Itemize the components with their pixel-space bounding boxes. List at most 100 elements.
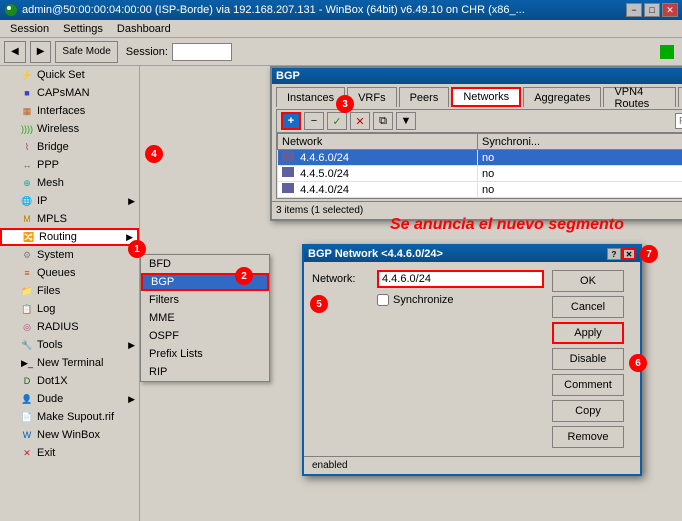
sidebar-item-new-terminal[interactable]: ▶_ New Terminal [0, 354, 139, 372]
col-synchroni: Synchroni... [478, 134, 682, 150]
sidebar-item-routing[interactable]: 🔀 Routing ▶ [0, 228, 139, 246]
sidebar-item-dude[interactable]: 👤 Dude ▶ [0, 390, 139, 408]
routing-icon: 🔀 [22, 231, 36, 243]
tab-peers[interactable]: Peers [399, 87, 450, 107]
tab-networks[interactable]: Networks [451, 87, 521, 107]
submenu-item-mme[interactable]: MME [141, 309, 269, 327]
sidebar-item-new-winbox[interactable]: W New WinBox [0, 426, 139, 444]
tab-bar: Instances VRFs Peers Networks Aggregates… [272, 84, 682, 107]
bgp-network-dialog: BGP Network <4.4.6.0/24> ? ✕ Network: Sy… [302, 244, 642, 476]
menu-settings[interactable]: Settings [57, 22, 109, 36]
network-input[interactable] [377, 270, 544, 288]
sidebar-item-mesh[interactable]: ⊕ Mesh [0, 174, 139, 192]
sidebar-label-mesh: Mesh [37, 177, 64, 189]
sidebar-label-queues: Queues [37, 267, 76, 279]
annotation-1: 1 [128, 240, 146, 258]
remove-btn[interactable]: Remove [552, 426, 624, 448]
menu-dashboard[interactable]: Dashboard [111, 22, 177, 36]
sidebar-item-quick-set[interactable]: ⚡ Quick Set [0, 66, 139, 84]
back-btn[interactable]: ◀ [4, 41, 26, 63]
window-controls: − □ ✕ [626, 3, 678, 17]
forward-btn[interactable]: ▶ [30, 41, 52, 63]
table-area: + − ✓ ✕ ⧉ ▼ [276, 109, 682, 199]
copy-btn[interactable]: Copy [552, 400, 624, 422]
sidebar-label-ppp: PPP [37, 159, 59, 171]
disable-btn[interactable]: ✕ [350, 112, 370, 130]
main-layout: ⚡ Quick Set ■ CAPsMAN ▦ Interfaces )))) … [0, 66, 682, 521]
sidebar-item-files[interactable]: 📁 Files [0, 282, 139, 300]
annotation-3: 3 [336, 95, 354, 113]
tools-arrow-icon: ▶ [128, 340, 135, 351]
session-input[interactable] [172, 43, 232, 61]
table-row[interactable]: 4.4.6.0/24 no [278, 150, 682, 166]
sidebar-item-interfaces[interactable]: ▦ Interfaces [0, 102, 139, 120]
apply-btn[interactable]: Apply [552, 322, 624, 344]
sidebar-item-tools[interactable]: 🔧 Tools ▶ [0, 336, 139, 354]
minimize-btn[interactable]: − [626, 3, 642, 17]
sidebar-item-exit[interactable]: ✕ Exit [0, 444, 139, 462]
sidebar-item-ppp[interactable]: ↔ PPP [0, 156, 139, 174]
col-network: Network [278, 134, 478, 150]
sidebar-label-exit: Exit [37, 447, 55, 459]
maximize-btn[interactable]: □ [644, 3, 660, 17]
sidebar-item-wireless[interactable]: )))) Wireless [0, 120, 139, 138]
filter-btn[interactable]: ▼ [396, 112, 416, 130]
safe-mode-btn[interactable]: Safe Mode [55, 41, 117, 63]
tab-aggregates[interactable]: Aggregates [523, 87, 601, 107]
ok-btn[interactable]: OK [552, 270, 624, 292]
sidebar-label-ip: IP [37, 195, 47, 207]
row-icon-1 [282, 167, 294, 177]
sidebar-item-mpls[interactable]: M MPLS [0, 210, 139, 228]
sidebar-label-log: Log [37, 303, 55, 315]
tab-advertisements[interactable]: Advertisements [678, 87, 682, 107]
quick-set-icon: ⚡ [20, 69, 34, 81]
comment-btn[interactable]: Comment [552, 374, 624, 396]
queues-icon: ≡ [20, 267, 34, 279]
sync-cell-1: no [478, 166, 682, 182]
remove-btn[interactable]: − [304, 112, 324, 130]
sidebar-item-bridge[interactable]: ⌇ Bridge [0, 138, 139, 156]
tab-vrfs[interactable]: VRFs [347, 87, 397, 107]
sidebar-item-dot1x[interactable]: D Dot1X [0, 372, 139, 390]
add-btn[interactable]: + [281, 112, 301, 130]
network-cell-2: 4.4.4.0/24 [278, 182, 478, 198]
sidebar-item-log[interactable]: 📋 Log [0, 300, 139, 318]
table-row[interactable]: 4.4.4.0/24 no [278, 182, 682, 198]
dialog-close-btn[interactable]: ✕ [622, 248, 636, 260]
submenu-item-ospf[interactable]: OSPF [141, 327, 269, 345]
submenu-item-rip[interactable]: RIP [141, 363, 269, 381]
enable-btn[interactable]: ✓ [327, 112, 347, 130]
mesh-icon: ⊕ [20, 177, 34, 189]
annotation-2: 2 [235, 267, 253, 285]
submenu-item-prefix-lists[interactable]: Prefix Lists [141, 345, 269, 363]
dude-arrow-icon: ▶ [128, 394, 135, 405]
tab-instances[interactable]: Instances [276, 87, 345, 107]
sidebar-item-make-supout[interactable]: 📄 Make Supout.rif [0, 408, 139, 426]
sidebar-item-capsman[interactable]: ■ CAPsMAN [0, 84, 139, 102]
sidebar-item-queues[interactable]: ≡ Queues [0, 264, 139, 282]
sidebar-label-make-supout: Make Supout.rif [37, 411, 114, 423]
cancel-btn[interactable]: Cancel [552, 296, 624, 318]
sidebar-item-radius[interactable]: ◎ RADIUS [0, 318, 139, 336]
sidebar-item-system[interactable]: ⚙ System [0, 246, 139, 264]
session-label: Session: [126, 46, 168, 58]
copy-table-btn[interactable]: ⧉ [373, 112, 393, 130]
submenu-item-filters[interactable]: Filters [141, 291, 269, 309]
dialog-help-btn[interactable]: ? [607, 248, 621, 260]
dialog-fields: Network: Synchronize [312, 270, 544, 448]
close-btn[interactable]: ✕ [662, 3, 678, 17]
dialog-status-bar: enabled [304, 456, 640, 474]
disable-btn[interactable]: Disable [552, 348, 624, 370]
menu-session[interactable]: Session [4, 22, 55, 36]
tab-vpn4-routes[interactable]: VPN4 Routes [603, 87, 676, 107]
table-row[interactable]: 4.4.5.0/24 no [278, 166, 682, 182]
dialog-content: Network: Synchronize OK Cancel Apply Dis… [304, 262, 640, 456]
synchronize-label: Synchronize [393, 294, 454, 306]
search-input[interactable] [675, 113, 682, 129]
synchronize-checkbox[interactable] [377, 294, 389, 306]
bridge-icon: ⌇ [20, 141, 34, 153]
annotation-6: 6 [629, 354, 647, 372]
sidebar-item-ip[interactable]: 🌐 IP ▶ [0, 192, 139, 210]
search-box: ▼ [675, 113, 682, 129]
terminal-icon: ▶_ [20, 357, 34, 369]
